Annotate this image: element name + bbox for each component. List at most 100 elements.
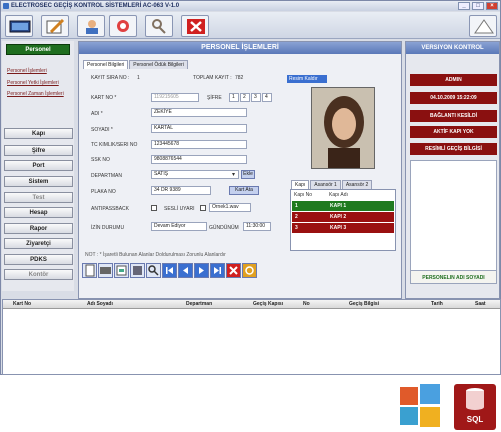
sifre-digit-2[interactable]: 2 <box>240 93 250 102</box>
tab-personel-bilgileri[interactable]: Personel Bilgileri <box>83 60 129 69</box>
delete-record-button[interactable] <box>98 263 113 278</box>
prev-record-button[interactable] <box>178 263 193 278</box>
ssk-field[interactable]: 9808876544 <box>151 155 247 164</box>
link-personel-islemleri[interactable]: Personel İşlemleri <box>7 68 47 74</box>
sesli-uyari-checkbox[interactable] <box>200 205 206 211</box>
new-record-button[interactable] <box>82 263 97 278</box>
close-icon <box>187 19 205 34</box>
sifre-digit-3[interactable]: 3 <box>251 93 261 102</box>
tc-field[interactable]: 123445678 <box>151 140 247 149</box>
col-kapi-no: Kapı No <box>294 192 313 198</box>
gunduz-field[interactable]: 11:30:00 <box>243 222 271 231</box>
departman-select[interactable]: SATIŞ <box>151 170 239 179</box>
col-kart-no[interactable]: Kart No <box>13 301 31 307</box>
database-icon <box>466 388 484 410</box>
menu-kapi[interactable]: Kapı <box>4 128 73 139</box>
col-no[interactable]: No <box>303 301 310 307</box>
antipassback-checkbox[interactable] <box>151 205 157 211</box>
resimli-gecis-button[interactable]: RESİMLİ GEÇİŞ BİLGİSİ <box>410 143 497 155</box>
ses-dosya-field[interactable]: Ornek1.wav <box>209 203 251 212</box>
gate-row[interactable]: 3 KAPI 3 <box>292 223 394 233</box>
gecis-table: Kart No Adı Soyadı Departman Geçiş Kapıs… <box>2 299 501 375</box>
tab-ozluk-bilgileri[interactable]: Personel Ödük Bilgileri <box>129 60 188 69</box>
print-button[interactable] <box>114 263 129 278</box>
next-record-button[interactable] <box>194 263 209 278</box>
pencil-icon <box>46 18 65 34</box>
help-tool-button[interactable] <box>469 15 497 37</box>
menu-port[interactable]: Port <box>4 160 73 171</box>
menu-hesap[interactable]: Hesap <box>4 207 73 218</box>
plaka-field[interactable]: 34 DR 9389 <box>151 186 211 195</box>
record-toolbar <box>82 263 257 279</box>
refresh-icon <box>243 264 256 277</box>
key-tool-button[interactable] <box>145 15 173 37</box>
kart-no-field[interactable]: 119215605 <box>151 93 199 102</box>
menu-kontor[interactable]: Kontör <box>4 269 73 280</box>
sql-label: SQL <box>466 415 484 424</box>
last-record-button[interactable] <box>210 263 225 278</box>
tab-kapi[interactable]: Kapı <box>291 180 310 189</box>
col-adi-soyadi[interactable]: Adı Soyadı <box>87 301 113 307</box>
col-saat[interactable]: Saat <box>475 301 486 307</box>
kayit-sira-label: KAYIT SIRA NO : <box>91 75 130 81</box>
gate-row[interactable]: 2 KAPI 2 <box>292 212 394 222</box>
personel-photo <box>311 87 375 169</box>
col-gecis-bilgisi[interactable]: Geçiş Bilgisi <box>349 301 379 307</box>
maximize-button[interactable]: □ <box>472 2 484 10</box>
next-icon <box>195 264 208 277</box>
first-icon <box>163 264 176 277</box>
exit-tool-button[interactable] <box>181 15 209 37</box>
save-button[interactable] <box>130 263 145 278</box>
adi-field[interactable]: ZEKİYE <box>151 108 247 117</box>
menu-sifre[interactable]: Şifre <box>4 145 73 156</box>
logos: SQL <box>400 384 500 432</box>
gate-table: Kapı No Kapı Adı 1 KAPI 1 2 KAPI 2 3 KAPI 3 <box>290 189 396 251</box>
user-tool-button[interactable] <box>77 15 105 37</box>
resim-kaldir-button[interactable]: Resim Kaldır <box>287 75 327 83</box>
version-title: VERSIYON KONTROL <box>406 42 499 54</box>
edit-tool-button[interactable] <box>41 15 69 37</box>
departman-label: DEPARTMAN <box>91 173 122 179</box>
personel-panel: PERSONEL İŞLEMLERİ Personel Bilgileri Pe… <box>78 41 402 299</box>
first-record-button[interactable] <box>162 263 177 278</box>
col-gecis-kapisi[interactable]: Geçiş Kapısı <box>253 301 283 307</box>
menu-pdks[interactable]: PDKS <box>4 254 73 265</box>
card-icon <box>100 267 111 274</box>
search-icon <box>117 20 129 32</box>
izin-field[interactable]: Devam Ediyor <box>151 222 207 231</box>
soyadi-field[interactable]: KARTAL <box>151 124 247 133</box>
keyboard-tool-button[interactable] <box>5 15 33 37</box>
search-record-button[interactable] <box>146 263 161 278</box>
toplam-kayit-value: 782 <box>235 75 244 81</box>
tab-asansor-2[interactable]: Asansör 2 <box>341 180 373 189</box>
sifre-digit-4[interactable]: 4 <box>262 93 272 102</box>
refresh-button[interactable] <box>242 263 257 278</box>
adi-label: ADI * <box>91 111 103 117</box>
minimize-button[interactable]: _ <box>458 2 470 10</box>
app-window: ELECTROSEC GEÇİŞ KONTROL SİSTEMLERİ AC-0… <box>0 0 501 375</box>
link-zaman-islemleri[interactable]: Personel Zaman İşlemleri <box>7 91 64 97</box>
close-window-button[interactable]: × <box>486 2 498 10</box>
gate-row[interactable]: 1 KAPI 1 <box>292 201 394 211</box>
col-departman[interactable]: Departman <box>186 301 212 307</box>
menu-sistem[interactable]: Sistem <box>4 176 73 187</box>
departman-ekle-button[interactable]: Ekle <box>241 170 255 179</box>
plaka-label: PLAKA NO <box>91 189 116 195</box>
kart-ata-button[interactable]: Kart Ata <box>229 186 259 195</box>
triangle-icon <box>474 19 494 34</box>
tab-asansor-1[interactable]: Asansör 1 <box>310 180 341 189</box>
cancel-button[interactable] <box>226 263 241 278</box>
link-yetki-islemleri[interactable]: Personel Yetki İşlemleri <box>7 80 59 86</box>
close-icon <box>227 264 240 277</box>
personel-button[interactable]: Personel <box>6 44 70 55</box>
admin-button[interactable]: ADMIN <box>410 74 497 86</box>
col-tarih[interactable]: Tarih <box>431 301 443 307</box>
menu-rapor[interactable]: Rapor <box>4 223 73 234</box>
menu-test[interactable]: Test <box>4 192 73 203</box>
menu-ziyaretci[interactable]: Ziyaretçi <box>4 238 73 249</box>
personel-name-display: PERSONELIN ADI SOYADI <box>410 270 497 284</box>
left-menu: Personel Personel İşlemleri Personel Yet… <box>2 41 74 291</box>
sifre-digit-1[interactable]: 1 <box>229 93 239 102</box>
search-tool-button[interactable] <box>109 15 137 37</box>
kayit-sira-value: 1 <box>137 75 140 81</box>
